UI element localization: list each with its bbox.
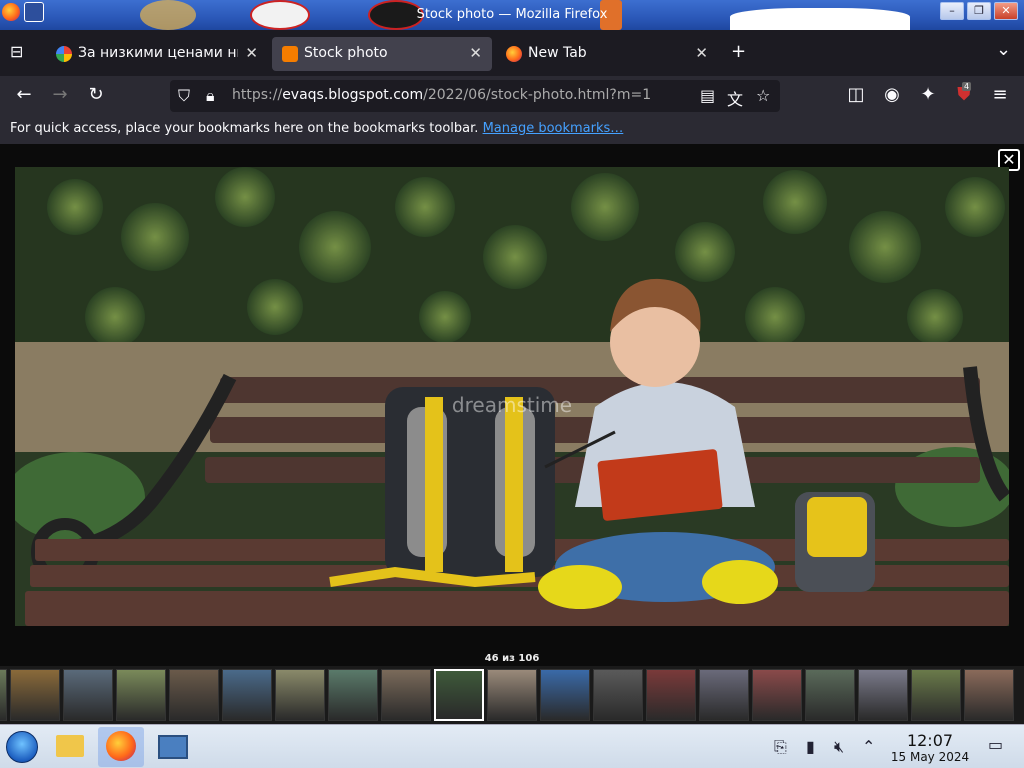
thumbnail[interactable]: [0, 669, 7, 721]
reader-view-icon[interactable]: ▤: [700, 86, 715, 105]
monitor-icon: [158, 735, 188, 759]
translate-icon[interactable]: 文: [727, 86, 743, 110]
tab-stock-photo[interactable]: Stock photo ✕: [272, 37, 492, 71]
extension-badge: 4: [962, 82, 972, 91]
manage-bookmarks-link[interactable]: Manage bookmarks…: [483, 121, 624, 136]
folder-icon: [56, 735, 84, 757]
forward-button[interactable]: →: [48, 84, 72, 105]
main-photo[interactable]: dreamstime: [15, 167, 1009, 626]
show-desktop-icon[interactable]: ▭: [988, 735, 1003, 754]
clock-date: 15 May 2024: [890, 750, 970, 764]
firefox-icon: [106, 731, 136, 761]
maximize-button[interactable]: ❐: [967, 2, 991, 20]
tab-label: Stock photo: [304, 45, 388, 61]
thumbnail[interactable]: [328, 669, 378, 721]
thumbnail[interactable]: [858, 669, 908, 721]
bookmarks-toolbar: For quick access, place your bookmarks h…: [0, 116, 1024, 144]
tab-bar: ⊟ За низкими ценами ни ✕ Stock photo ✕ N…: [0, 30, 1024, 76]
url-bar[interactable]: ⛉ 🔒︎ https://evaqs.blogspot.com/2022/06/…: [170, 80, 780, 112]
url-prefix: https://: [232, 87, 283, 103]
close-window-button[interactable]: ✕: [994, 2, 1018, 20]
battery-icon[interactable]: ▮: [806, 737, 815, 756]
bookmark-star-icon[interactable]: ☆: [756, 86, 770, 105]
url-path: /2022/06/stock-photo.html?m=1: [423, 87, 652, 103]
google-icon: [56, 46, 72, 62]
firefox-view-icon[interactable]: ⊟: [10, 42, 23, 61]
blogger-icon: [282, 46, 298, 62]
new-tab-button[interactable]: +: [731, 41, 746, 62]
extensions-icon[interactable]: ✦: [916, 84, 940, 105]
clipboard-icon[interactable]: ⎘: [774, 737, 787, 757]
thumbnail[interactable]: [116, 669, 166, 721]
tab-label: За низкими ценами ни: [78, 45, 238, 61]
volume-muted-icon[interactable]: 🔇︎: [834, 737, 844, 757]
thumbnail[interactable]: [646, 669, 696, 721]
menu-icon[interactable]: ≡: [988, 84, 1012, 105]
window-title-bar: Stock photo — Mozilla Firefox – ❐ ✕: [0, 0, 1024, 30]
tray-expand-icon[interactable]: ⌃: [862, 737, 875, 756]
watermark: dreamstime: [452, 393, 572, 417]
firefox-icon: [506, 46, 522, 62]
thumbnail[interactable]: [752, 669, 802, 721]
photo-counter: 46 из 106: [484, 653, 540, 664]
tab-label: New Tab: [528, 45, 587, 61]
thumbnail[interactable]: [10, 669, 60, 721]
account-icon[interactable]: ◉: [880, 84, 904, 105]
close-tab-icon[interactable]: ✕: [695, 44, 708, 62]
minimize-button[interactable]: –: [940, 2, 964, 20]
clock[interactable]: 12:07 15 May 2024: [880, 731, 980, 764]
tab-new-tab[interactable]: New Tab ✕: [496, 37, 718, 71]
start-button[interactable]: [6, 731, 38, 763]
url-host: evaqs.blogspot.com: [282, 87, 424, 103]
bookmarks-message: For quick access, place your bookmarks h…: [10, 121, 483, 136]
thumbnail[interactable]: [540, 669, 590, 721]
thumbnail[interactable]: [169, 669, 219, 721]
navigation-toolbar: ← → ↻ ⛉ 🔒︎ https://evaqs.blogspot.com/20…: [0, 76, 1024, 116]
thumbnail[interactable]: [699, 669, 749, 721]
thumbnail[interactable]: [911, 669, 961, 721]
reload-button[interactable]: ↻: [84, 84, 108, 105]
tab-google[interactable]: За низкими ценами ни ✕: [46, 37, 268, 71]
lock-icon[interactable]: 🔒︎: [206, 86, 215, 106]
thumbnail[interactable]: [275, 669, 325, 721]
firefox-taskbar-item[interactable]: [98, 727, 144, 767]
taskbar: ⎘ ▮ 🔇︎ ⌃ 12:07 15 May 2024 ▭: [0, 724, 1024, 768]
thumbnail-strip: [0, 666, 1024, 724]
thumbnail[interactable]: [593, 669, 643, 721]
tracking-shield-icon[interactable]: ⛉: [178, 86, 190, 106]
close-tab-icon[interactable]: ✕: [245, 44, 258, 62]
pocket-icon[interactable]: ◫: [844, 84, 868, 105]
url-text[interactable]: https://evaqs.blogspot.com/2022/06/stock…: [232, 87, 651, 103]
thumbnail[interactable]: [381, 669, 431, 721]
back-button[interactable]: ←: [12, 84, 36, 105]
thumbnail[interactable]: [63, 669, 113, 721]
clock-time: 12:07: [906, 731, 954, 750]
file-manager-taskbar-item[interactable]: [48, 727, 94, 767]
close-tab-icon[interactable]: ✕: [469, 44, 482, 62]
thumbnail[interactable]: [964, 669, 1014, 721]
window-title: Stock photo — Mozilla Firefox: [416, 7, 608, 22]
image-viewer: ✕ dreamstime 46 из 106: [0, 144, 1024, 724]
terminal-taskbar-item[interactable]: [150, 727, 196, 767]
thumbnail[interactable]: [805, 669, 855, 721]
thumbnail[interactable]: [222, 669, 272, 721]
list-all-tabs-button[interactable]: ⌄: [996, 39, 1011, 60]
thumbnail[interactable]: [487, 669, 537, 721]
thumbnail-current[interactable]: [434, 669, 484, 721]
